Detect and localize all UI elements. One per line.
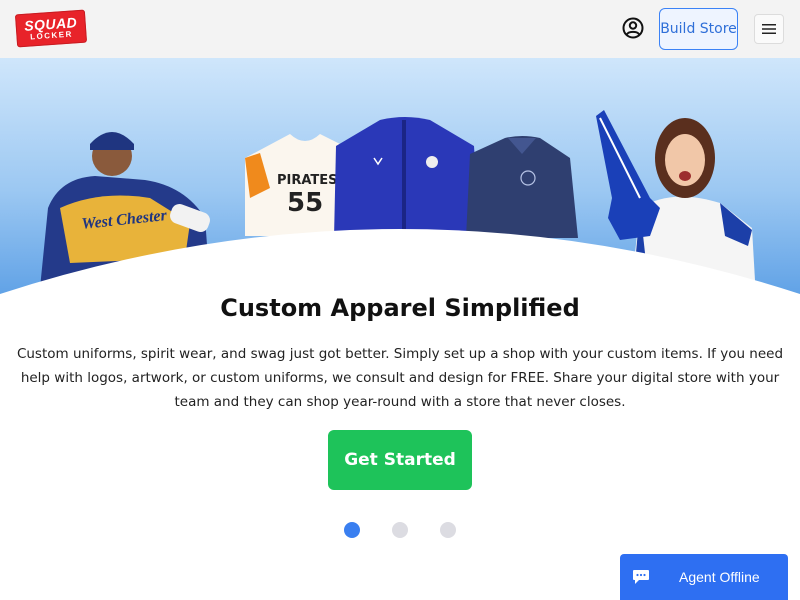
site-header: SQUAD LOCKER Build Store <box>0 0 800 58</box>
squadlocker-logo[interactable]: SQUAD LOCKER <box>14 9 88 48</box>
hero-banner: West Chester PIRATES 55 <box>0 58 800 298</box>
get-started-button[interactable]: Get Started <box>328 430 472 490</box>
live-chat-button[interactable]: Agent Offline <box>620 554 788 600</box>
build-store-button[interactable]: Build Store <box>659 8 738 50</box>
jersey-number-text: 55 <box>287 188 323 218</box>
account-circle-icon[interactable] <box>622 17 644 39</box>
jersey-team-text: PIRATES <box>277 173 338 188</box>
carousel-dot-2[interactable] <box>392 522 408 538</box>
logo-text-bottom: LOCKER <box>29 29 74 42</box>
hamburger-menu-icon <box>762 24 776 34</box>
hero-description: Custom uniforms, spirit wear, and swag j… <box>16 346 784 410</box>
carousel-dot-1[interactable] <box>344 522 360 538</box>
chat-status-label: Agent Offline <box>679 569 760 585</box>
carousel-indicators <box>344 522 456 538</box>
menu-button[interactable] <box>754 14 784 44</box>
hero-illustration: West Chester PIRATES 55 <box>0 110 800 298</box>
carousel-dot-3[interactable] <box>440 522 456 538</box>
chat-bubble-icon <box>633 570 649 584</box>
page-title: Custom Apparel Simplified <box>220 294 580 322</box>
navy-dress-shirt-image <box>466 136 578 238</box>
blue-jacket-image <box>334 117 480 238</box>
